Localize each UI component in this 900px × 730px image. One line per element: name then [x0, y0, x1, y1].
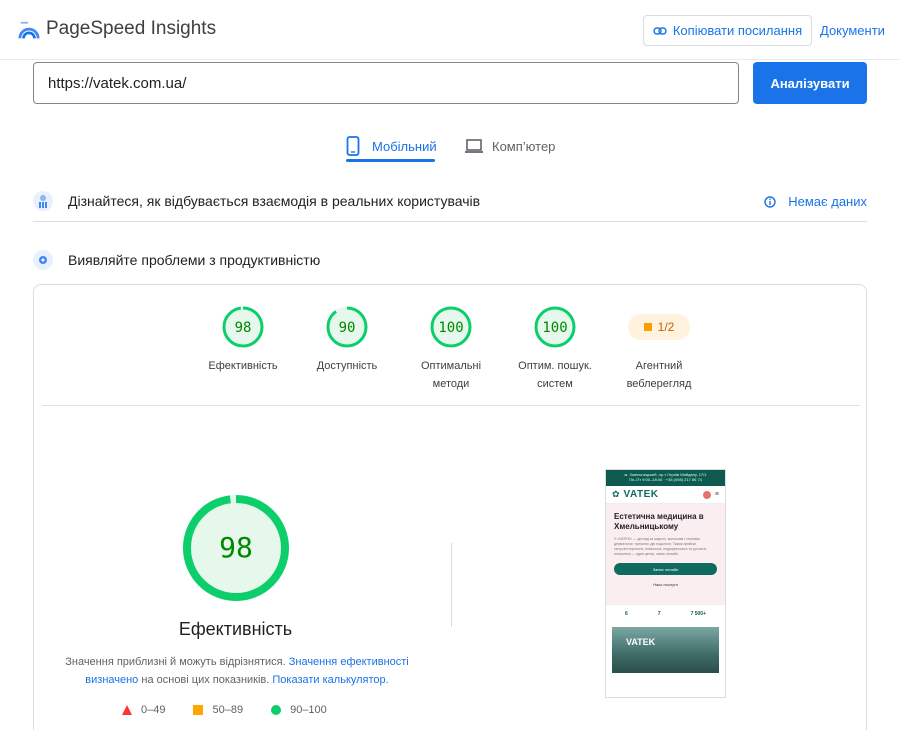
score-value: 98	[235, 320, 252, 336]
thumb-menu-icon: ≡	[714, 491, 719, 498]
gauge-label: Оптимальні методи	[420, 360, 482, 390]
legend-average: 50–89	[193, 704, 243, 716]
thumb-hero: Естетична медицина в Хмельницькому У «VA…	[606, 504, 725, 604]
performance-title: Ефективність	[178, 619, 293, 639]
tab-mobile[interactable]: Мобільний	[346, 130, 437, 162]
disclaimer-text: Значення приблизні й можуть відрізнятися…	[65, 656, 286, 668]
link-icon	[653, 26, 667, 35]
tab-desktop[interactable]: Комп’ютер	[464, 130, 555, 162]
docs-link[interactable]: Документи	[820, 23, 885, 38]
gauge-label: Ефективність	[208, 360, 278, 372]
gauge-label: Агентний веблерегляд	[626, 360, 692, 390]
laptop-icon	[465, 139, 483, 153]
disclaimer-text: на основі цих показників.	[141, 674, 270, 686]
lab-data-title: Виявляйте проблеми з продуктивністю	[68, 252, 321, 268]
thumb-logo: VATEK	[623, 489, 659, 500]
analyze-button[interactable]: Аналізувати	[753, 62, 867, 104]
field-data-title: Дізнайтеся, як відбувається взаємодія в …	[68, 192, 481, 209]
performance-score-gauge: 98	[183, 495, 289, 601]
thumb-photo: VATEK	[612, 627, 719, 673]
final-screenshot[interactable]: м. Хмельницький, пр-т Героїв Майдану, 17…	[605, 469, 726, 698]
users-icon	[33, 190, 53, 211]
thumb-topbar: м. Хмельницький, пр-т Героїв Майдану, 17…	[606, 470, 725, 486]
thumb-photo-logo: VATEK	[626, 637, 656, 647]
gauge-label: Доступність	[316, 360, 378, 372]
agent-score: 1/2	[657, 320, 675, 334]
thumb-stats: 6 7 7 500+	[606, 604, 725, 623]
calculator-link[interactable]: Показати калькулятор.	[272, 674, 388, 686]
legend-fail: 0–49	[122, 704, 165, 716]
score-ring: 100	[534, 306, 576, 348]
score-ring: 98	[222, 306, 264, 348]
vertical-divider	[451, 543, 452, 627]
square-icon	[193, 705, 204, 715]
score-value: 100	[542, 320, 567, 336]
thumb-nav: ✿ VATEK ≡	[606, 486, 725, 504]
tab-mobile-label: Мобільний	[372, 138, 437, 154]
thumb-cta-primary: Запис онлайн	[614, 563, 717, 575]
score-legend: 0–49 50–89 90–100	[122, 704, 327, 716]
score-ring: 100	[430, 306, 472, 348]
performance-score-value: 98	[219, 531, 253, 564]
pagespeed-logo-icon	[18, 21, 40, 39]
lab-data-section: Виявляйте проблеми з продуктивністю	[33, 245, 867, 275]
gauge-performance[interactable]: 98 Ефективність	[191, 305, 295, 375]
gauge-seo[interactable]: 100 Оптим. пошук. систем	[503, 305, 607, 393]
active-tab-indicator	[346, 159, 435, 162]
score-ring: 90	[326, 306, 368, 348]
thumb-body: У «VATEK» — догляд за шкірою, волоссям і…	[614, 537, 707, 556]
gauge-label: Оптим. пошук. систем	[518, 360, 592, 390]
tab-desktop-label: Комп’ютер	[492, 138, 556, 154]
average-square-icon	[643, 323, 652, 331]
gauge-accessibility[interactable]: 90 Доступність	[295, 305, 399, 375]
score-value: 100	[438, 320, 463, 336]
top-header: PageSpeed Insights Копіювати посилання Д…	[0, 0, 900, 60]
metrics-disclaimer: Значення приблизні й можуть відрізнятися…	[56, 653, 418, 689]
copy-link-label: Копіювати посилання	[672, 23, 803, 38]
info-icon	[764, 195, 776, 208]
circle-icon	[271, 705, 282, 715]
score-value: 90	[339, 320, 356, 336]
report-card: 98 Ефективність 90 Доступність 100 Оптим…	[33, 284, 867, 730]
triangle-icon	[122, 705, 132, 715]
legend-pass: 90–100	[271, 704, 327, 716]
smartphone-icon	[346, 136, 360, 156]
gauge-best-practices[interactable]: 100 Оптимальні методи	[399, 305, 503, 393]
copy-link-button[interactable]: Копіювати посилання	[643, 15, 812, 46]
field-data-section: Дізнайтеся, як відбувається взаємодія в …	[33, 180, 867, 222]
no-data-link[interactable]: Немає даних	[764, 194, 867, 209]
gauge-agentic-browsing[interactable]: 1/2 Агентний веблерегляд	[607, 305, 711, 393]
thumb-flower-icon: ✿	[612, 489, 620, 499]
agent-score-badge: 1/2	[628, 314, 690, 340]
no-data-label: Немає даних	[788, 194, 867, 209]
thumb-cta-secondary: Наші послуги	[653, 581, 678, 587]
url-input[interactable]: https://vatek.com.ua/	[33, 62, 739, 104]
diagnostics-icon	[33, 250, 53, 270]
app-title: PageSpeed Insights	[46, 18, 217, 39]
thumb-phone-icon	[702, 490, 711, 499]
category-gauges: 98 Ефективність 90 Доступність 100 Оптим…	[42, 285, 860, 406]
thumb-headline: Естетична медицина в Хмельницькому	[614, 512, 704, 531]
